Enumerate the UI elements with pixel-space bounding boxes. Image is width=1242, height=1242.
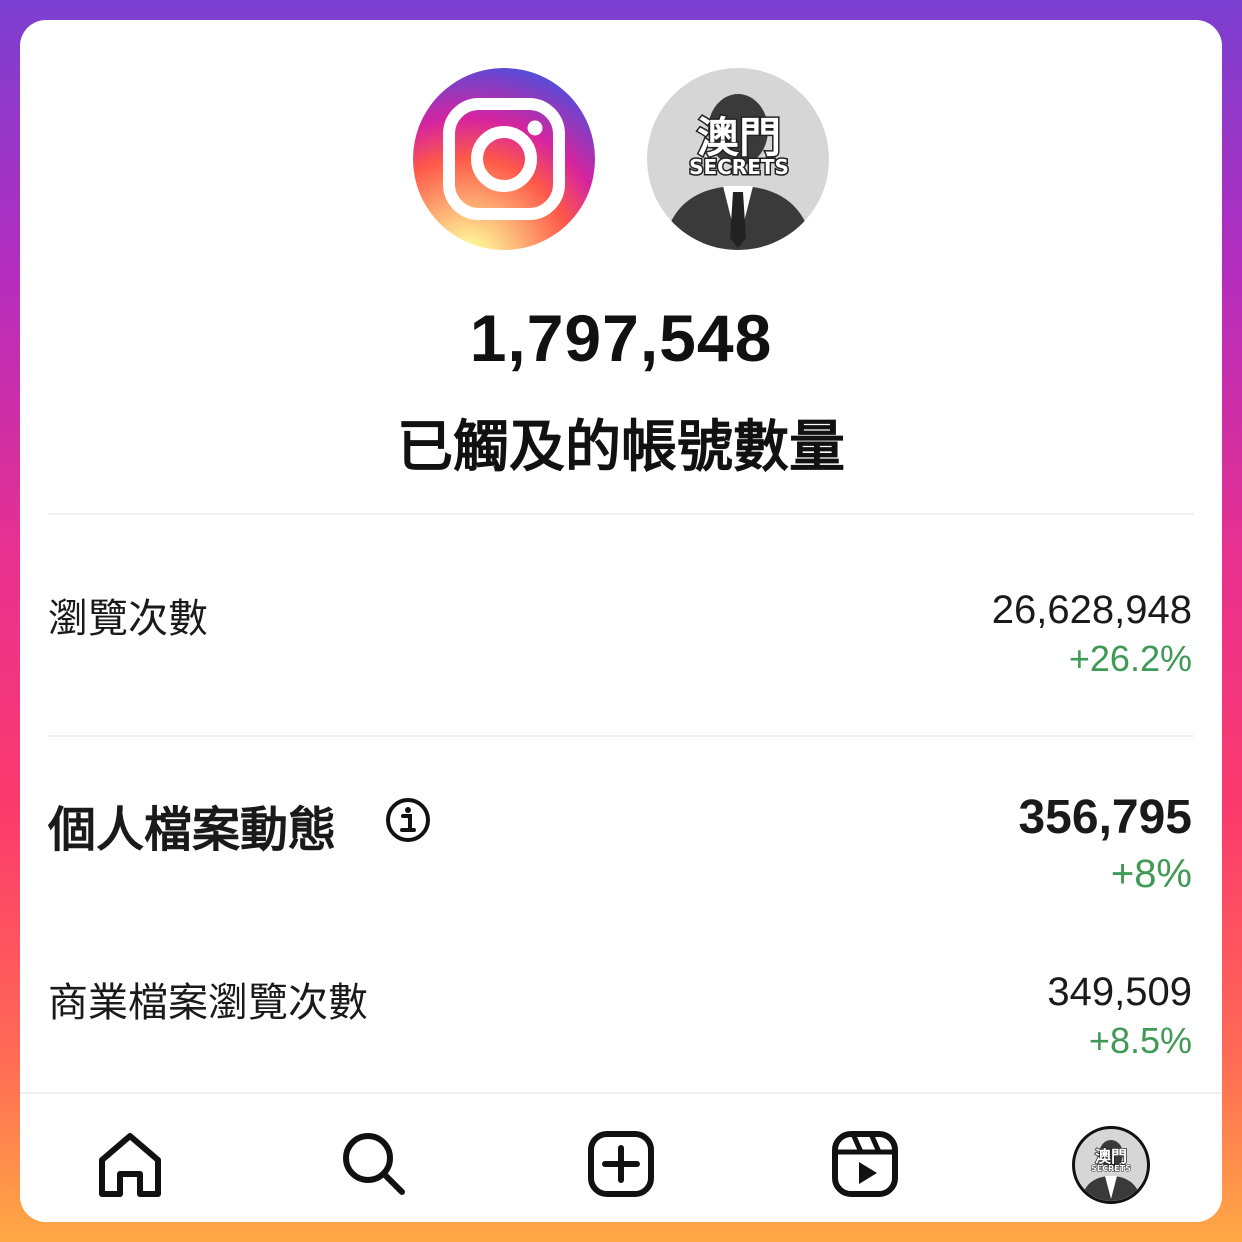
- profile-activity-value: 356,795: [1018, 791, 1192, 844]
- accounts-reached-value: 1,797,548: [469, 301, 773, 375]
- business-profile-views-change: +8.5%: [1088, 1020, 1192, 1061]
- divider: [48, 735, 1194, 737]
- business-profile-views-value: 349,509: [1047, 970, 1192, 1014]
- info-icon[interactable]: [384, 796, 432, 844]
- views-label: 瀏覽次數: [48, 596, 208, 642]
- account-avatar: 澳門 SECRETS: [647, 68, 829, 250]
- insights-card: 澳門 SECRETS 1,797,548 已觸及的帳號數量 瀏覽次數 26,62…: [20, 20, 1222, 1222]
- business-profile-views-label: 商業檔案瀏覽次數: [48, 980, 368, 1026]
- instagram-logo-icon: [413, 68, 595, 250]
- create-post-icon[interactable]: [581, 1124, 661, 1204]
- views-change: +26.2%: [1068, 638, 1192, 679]
- views-value: 26,628,948: [991, 588, 1192, 632]
- home-icon[interactable]: [90, 1124, 170, 1204]
- bottom-nav: 澳門 SECRETS: [20, 1092, 1222, 1222]
- profile-avatar[interactable]: 澳門 SECRETS: [1072, 1126, 1150, 1204]
- accounts-reached-label: 已觸及的帳號數量: [397, 415, 845, 480]
- reels-icon[interactable]: [825, 1124, 905, 1204]
- svg-text:SECRETS: SECRETS: [1091, 1164, 1131, 1173]
- search-icon[interactable]: [334, 1124, 414, 1204]
- svg-text:SECRETS: SECRETS: [689, 155, 789, 179]
- logo-row: 澳門 SECRETS: [20, 68, 1222, 250]
- divider: [48, 513, 1194, 515]
- profile-activity-label[interactable]: 個人檔案動態: [48, 790, 336, 860]
- profile-activity-change: +8%: [1110, 852, 1192, 896]
